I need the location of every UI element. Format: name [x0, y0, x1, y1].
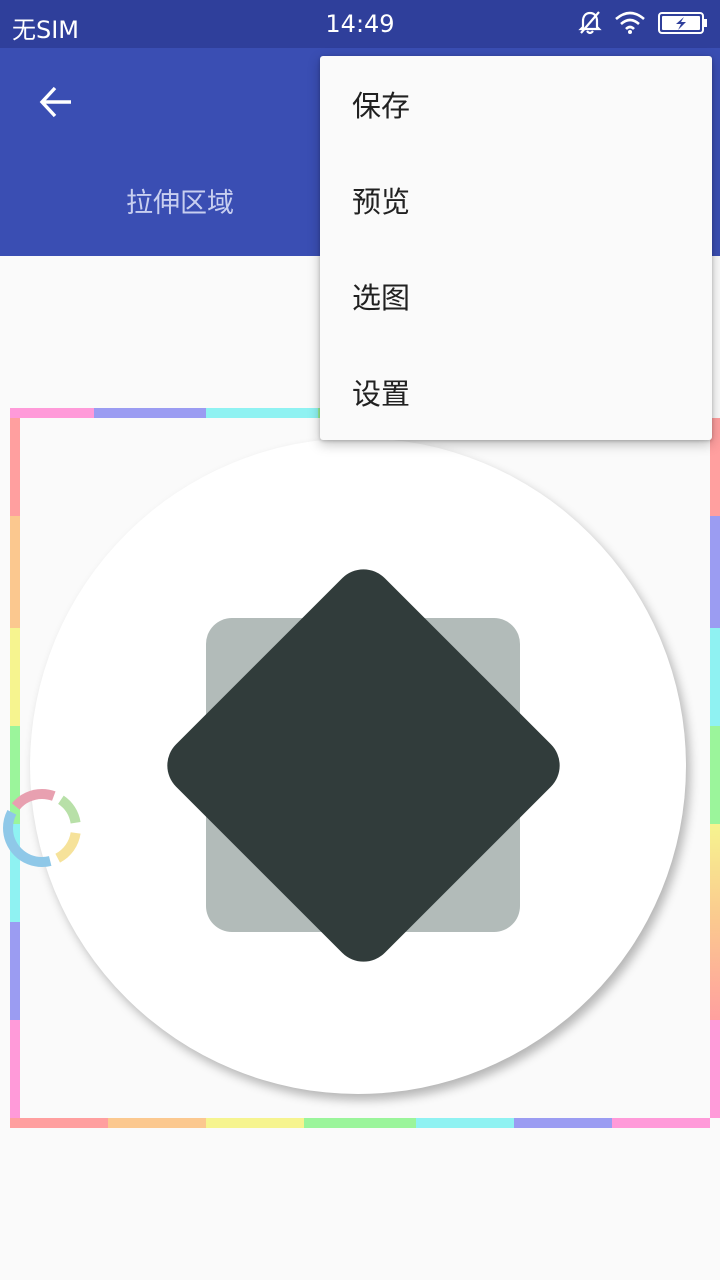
status-icons: [578, 10, 708, 36]
menu-item-label: 保存: [352, 89, 411, 123]
battery-charging-icon: [658, 11, 708, 35]
overflow-menu: 保存 预览 选图 设置: [320, 56, 712, 440]
menu-item-save[interactable]: 保存: [320, 56, 712, 152]
stretch-guide-bottom[interactable]: [10, 1118, 710, 1128]
tab-label: 拉伸区域: [126, 187, 234, 219]
stretch-guide-left[interactable]: [10, 418, 20, 1118]
arrow-left-icon: [38, 84, 74, 124]
menu-item-settings[interactable]: 设置: [320, 344, 712, 440]
status-bar: 无SIM 14:49: [0, 0, 720, 48]
bell-off-icon: [578, 10, 602, 36]
menu-item-preview[interactable]: 预览: [320, 152, 712, 248]
menu-item-label: 选图: [352, 281, 411, 315]
menu-item-label: 预览: [352, 185, 411, 219]
floating-ring-button[interactable]: [0, 786, 84, 870]
wifi-icon: [614, 11, 646, 35]
stretch-guide-right[interactable]: [710, 418, 720, 1118]
menu-item-label: 设置: [352, 377, 411, 411]
menu-item-pick-image[interactable]: 选图: [320, 248, 712, 344]
image-canvas[interactable]: [10, 408, 720, 1128]
back-button[interactable]: [28, 76, 84, 132]
tab-stretch-area[interactable]: 拉伸区域: [0, 168, 360, 232]
